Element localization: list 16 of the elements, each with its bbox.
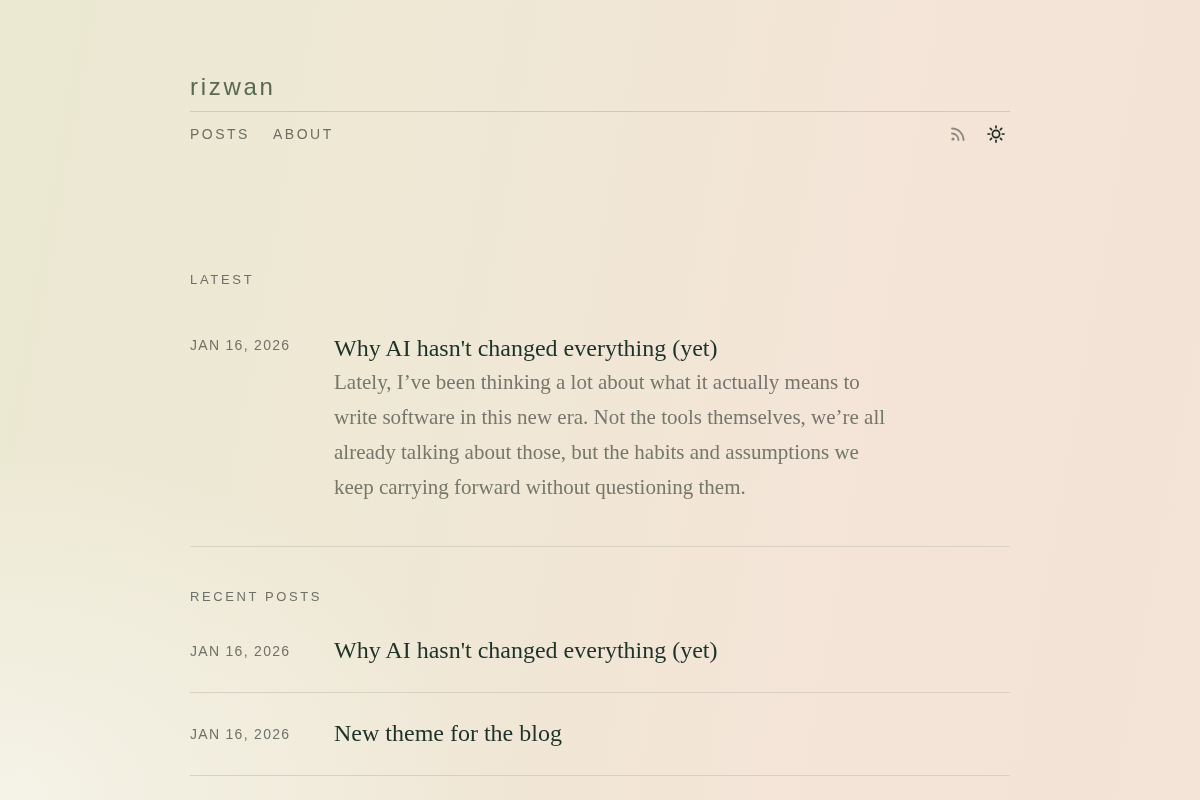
post-title[interactable]: Why AI hasn't changed everything (yet) [334,635,718,665]
section-heading: RECENT POSTS [190,588,323,606]
post-title[interactable]: Why AI hasn't changed everything (yet) [334,333,718,363]
site-title[interactable]: rizwan [190,72,276,102]
post-title[interactable]: New theme for the blog [334,718,562,748]
post-date: JAN 16, 2026 [190,336,291,355]
rss-icon [951,127,965,141]
post-date: JAN 16, 2026 [190,642,291,661]
sun-icon [987,125,1005,143]
rss-button[interactable] [951,127,965,141]
theme-toggle-button[interactable] [987,125,1005,143]
post-date: JAN 16, 2026 [190,725,291,744]
section-heading: LATEST [190,271,255,289]
nav-link[interactable]: ABOUT [272,124,334,144]
post-excerpt: Lately, I’ve been thinking a lot about what it actually means to write software in this new era. Not the tools themselves, we’re all already talking about those, but the habits and assumptions we keep carrying forward without questioning them. [334,369,887,501]
nav-link[interactable]: POSTS [190,124,250,144]
